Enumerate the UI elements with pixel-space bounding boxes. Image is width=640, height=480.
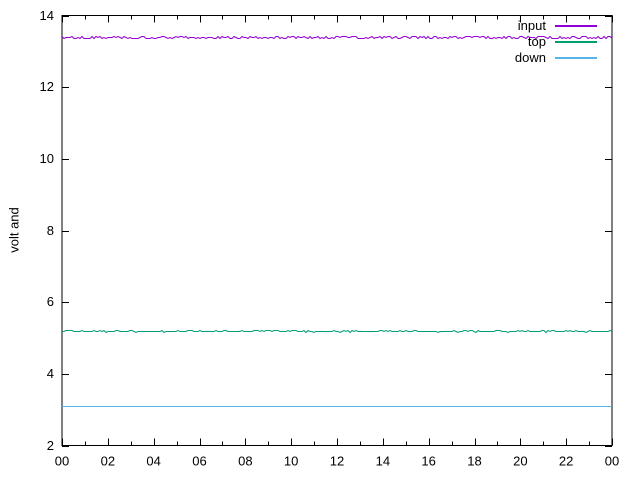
legend-line-sample-top	[555, 41, 597, 43]
y-tick-label: 10	[40, 151, 54, 166]
x-tick-label: 00	[55, 454, 69, 469]
y-axis-label: volt and	[7, 207, 22, 253]
y-tick-label: 8	[47, 223, 54, 238]
x-tick-label: 06	[192, 454, 206, 469]
x-tick-label: 00	[605, 454, 619, 469]
legend-label-down: down	[515, 50, 546, 66]
plot-border	[62, 16, 612, 446]
legend-label-input: input	[518, 18, 546, 34]
y-tick-label: 12	[40, 79, 54, 94]
y-tick-label: 14	[40, 8, 54, 23]
x-tick-label: 10	[284, 454, 298, 469]
legend-label-top: top	[528, 34, 546, 50]
y-tick-label: 4	[47, 366, 54, 381]
x-tick-label: 14	[376, 454, 390, 469]
minor-ticks	[86, 16, 590, 446]
x-tick-label: 22	[559, 454, 573, 469]
y-tick-label: 6	[47, 294, 54, 309]
x-tick-label: 18	[467, 454, 481, 469]
y-tick-label: 2	[47, 438, 54, 453]
x-tick-label: 12	[330, 454, 344, 469]
series-line-top	[62, 331, 612, 333]
x-tick-label: 20	[513, 454, 527, 469]
legend: input top down	[515, 18, 597, 66]
legend-item-down: down	[515, 50, 597, 66]
major-ticks	[62, 16, 613, 447]
x-tick-label: 16	[421, 454, 435, 469]
x-tick-label: 04	[146, 454, 160, 469]
legend-line-sample-down	[555, 57, 597, 59]
legend-item-top: top	[515, 34, 597, 50]
chart: 000204060810121416182022002468101214 vol…	[0, 0, 640, 480]
x-tick-label: 08	[238, 454, 252, 469]
legend-line-sample-input	[555, 25, 597, 27]
plot-area: 000204060810121416182022002468101214	[0, 0, 640, 480]
legend-item-input: input	[515, 18, 597, 34]
x-tick-label: 02	[101, 454, 115, 469]
